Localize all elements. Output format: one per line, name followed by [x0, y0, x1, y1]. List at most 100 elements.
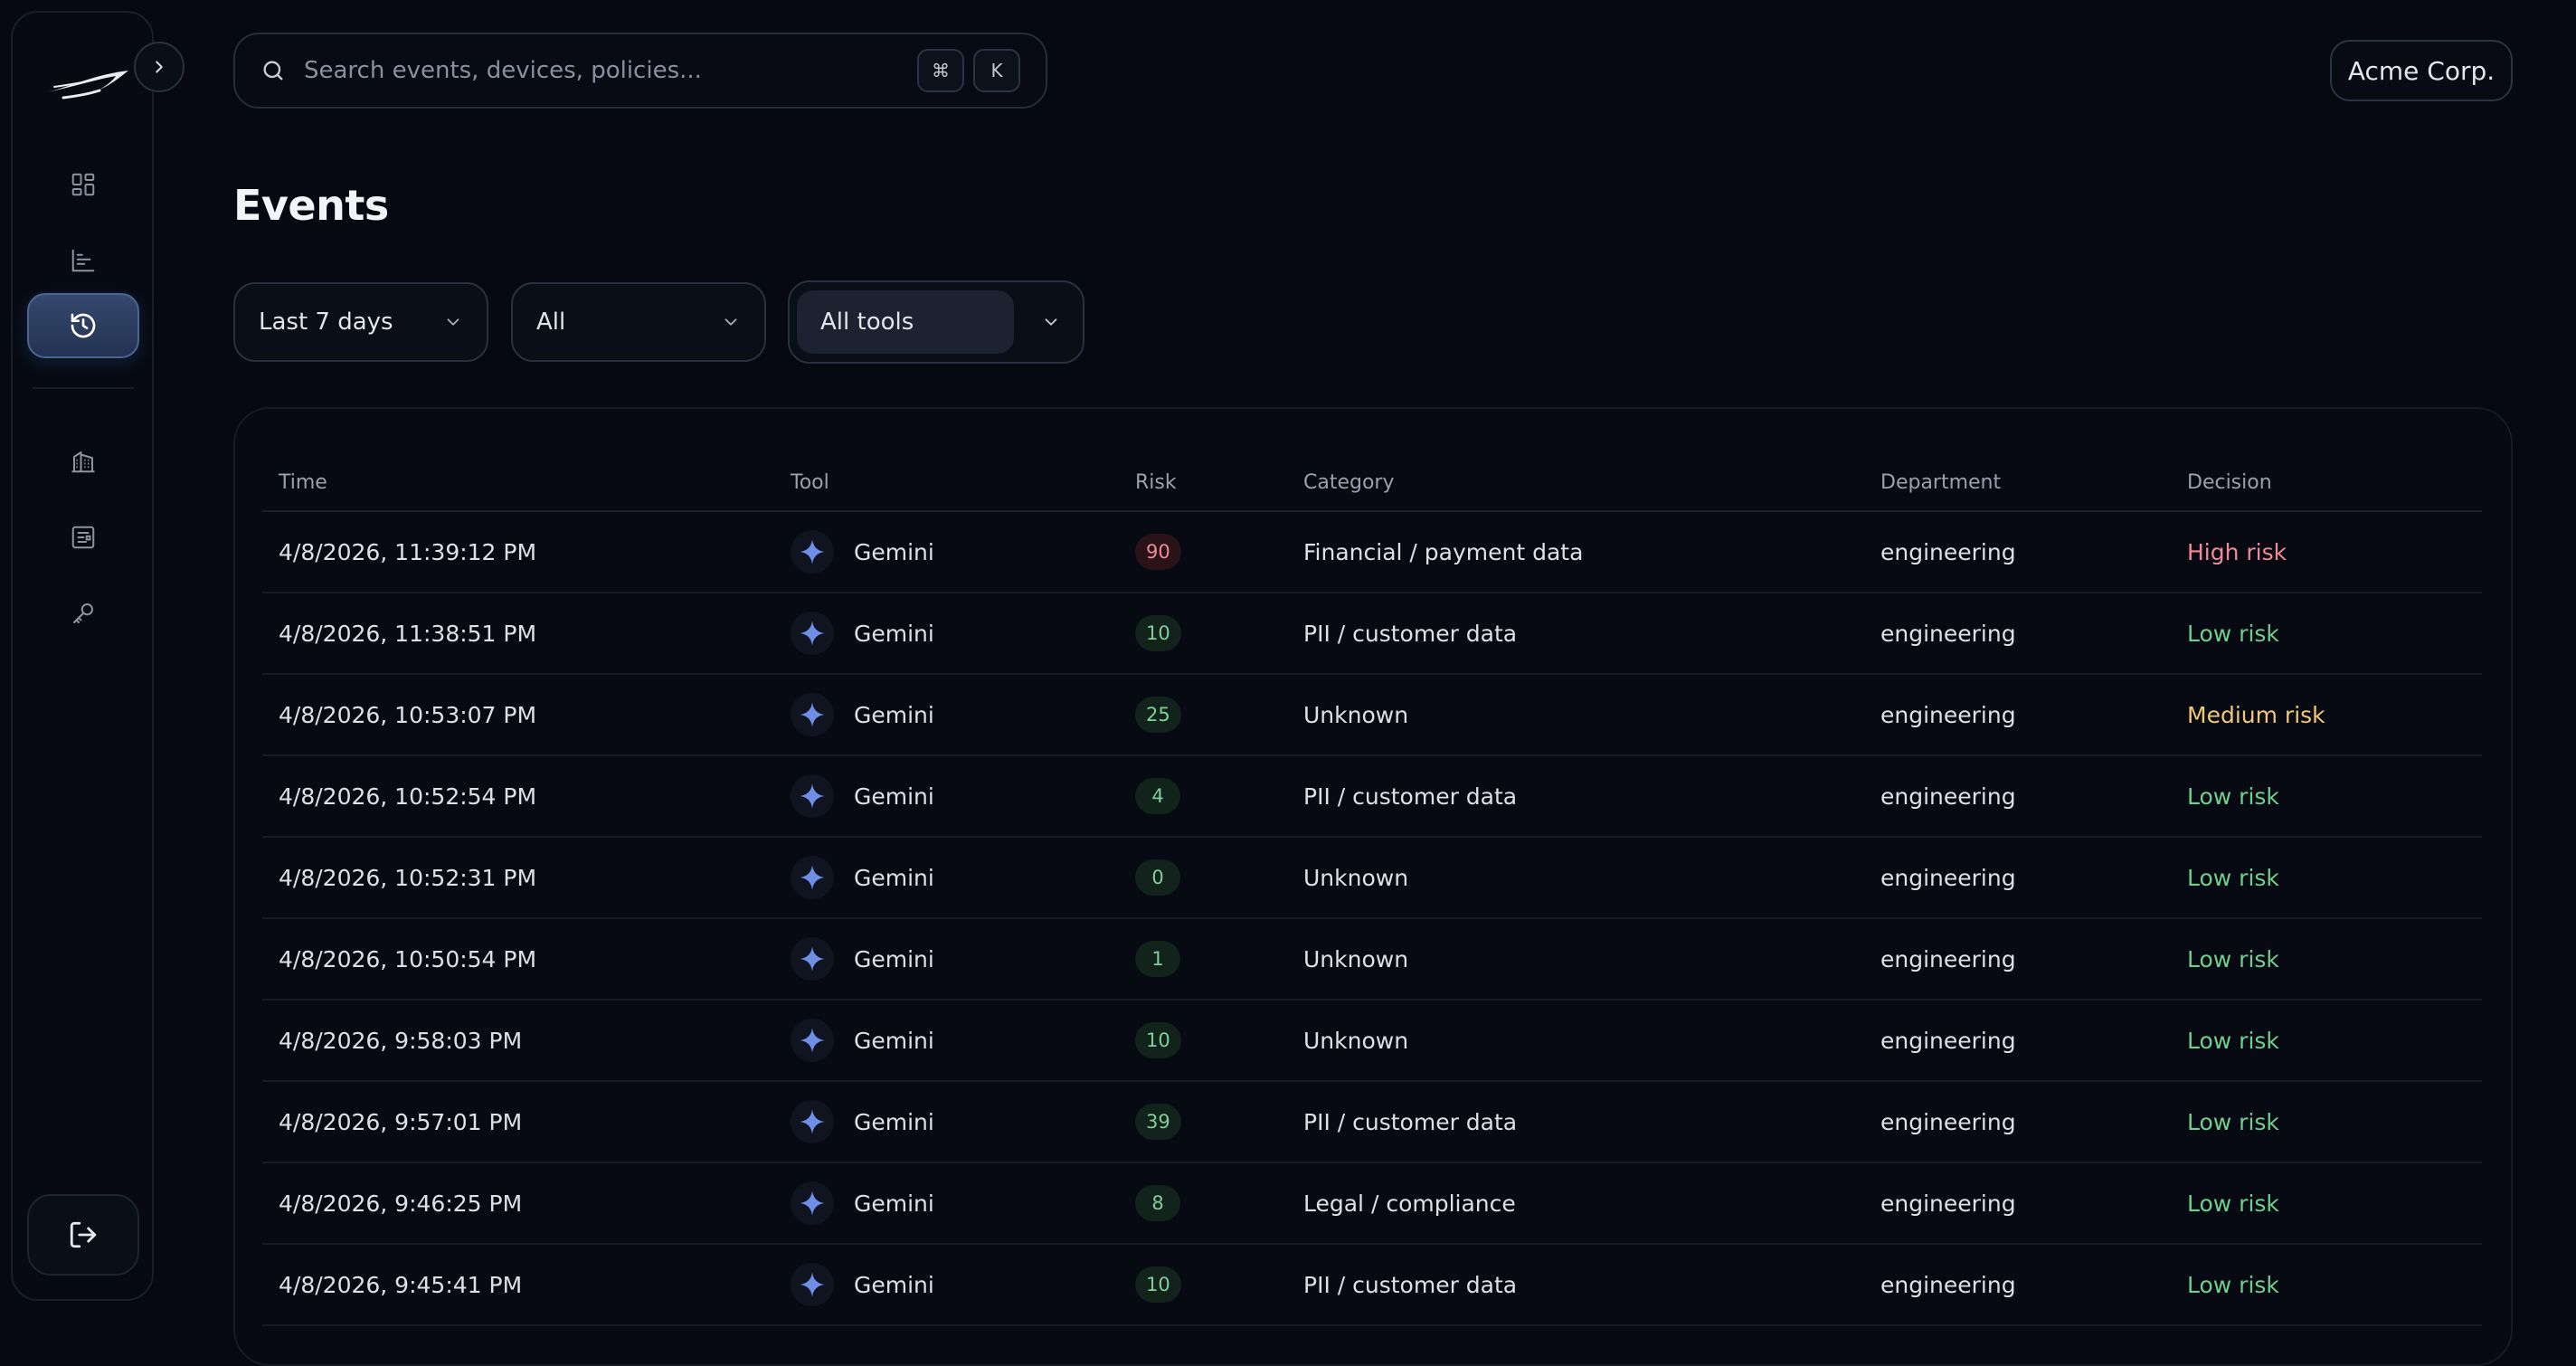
event-department: engineering: [1880, 701, 2016, 728]
event-time: 4/8/2026, 9:45:41 PM: [279, 1271, 523, 1298]
tool-name: Gemini: [854, 1108, 934, 1135]
risk-score: 1: [1135, 919, 1180, 999]
search-input[interactable]: [302, 56, 908, 85]
sidebar-item-events[interactable]: [27, 293, 139, 358]
event-tool: Gemini: [791, 512, 934, 592]
event-category: PII / customer data: [1303, 1271, 1518, 1298]
event-tool: Gemini: [791, 756, 934, 836]
sidebar: [11, 11, 154, 1301]
header-tool[interactable]: Tool: [791, 452, 829, 512]
risk-badge: 1: [1135, 941, 1180, 977]
risk-score: 8: [1135, 1163, 1180, 1243]
event-category: Unknown: [1303, 945, 1409, 972]
tool-name: Gemini: [854, 1027, 934, 1054]
event-department: engineering: [1880, 864, 2016, 891]
risk-score: 39: [1135, 1082, 1181, 1162]
brand-logo-icon[interactable]: [42, 60, 136, 110]
header-decision[interactable]: Decision: [2187, 452, 2272, 512]
table-row[interactable]: 4/8/2026, 11:39:12 PM Gemini 90 Financia…: [262, 512, 2482, 593]
event-tool: Gemini: [791, 838, 934, 917]
table-row[interactable]: 4/8/2026, 10:50:54 PM Gemini 1 Unknown e…: [262, 919, 2482, 1001]
event-tool: Gemini: [791, 1001, 934, 1080]
risk-badge: 10: [1135, 615, 1181, 651]
event-time: 4/8/2026, 10:53:07 PM: [279, 701, 537, 728]
event-category: Legal / compliance: [1303, 1190, 1516, 1217]
risk-score: 90: [1135, 512, 1181, 592]
table-row[interactable]: 4/8/2026, 9:45:41 PM Gemini 10 PII / cus…: [262, 1245, 2482, 1326]
decision-filter-select[interactable]: All: [511, 282, 766, 362]
sidebar-item-dashboard[interactable]: [27, 152, 139, 217]
sidebar-item-analytics[interactable]: [27, 228, 139, 293]
gemini-sparkle-icon: [791, 1019, 834, 1062]
tool-name: Gemini: [854, 783, 934, 810]
table-row[interactable]: 4/8/2026, 9:58:03 PM Gemini 10 Unknown e…: [262, 1001, 2482, 1082]
event-time: 4/8/2026, 10:52:54 PM: [279, 783, 537, 810]
event-decision: Low risk: [2187, 783, 2279, 810]
event-time: 4/8/2026, 10:50:54 PM: [279, 945, 537, 972]
event-decision: Low risk: [2187, 1271, 2279, 1298]
event-department: engineering: [1880, 1027, 2016, 1054]
risk-score: 25: [1135, 675, 1181, 754]
risk-score: 4: [1135, 756, 1180, 836]
policy-list-icon: [70, 524, 97, 551]
gemini-sparkle-icon: [791, 1263, 834, 1306]
gemini-sparkle-icon: [791, 856, 834, 899]
time-range-select[interactable]: Last 7 days: [233, 282, 488, 362]
risk-score: 0: [1135, 838, 1180, 917]
gemini-sparkle-icon: [791, 693, 834, 736]
tool-name: Gemini: [854, 945, 934, 972]
header-category[interactable]: Category: [1303, 452, 1395, 512]
nav-divider: [33, 387, 134, 389]
event-time: 4/8/2026, 11:38:51 PM: [279, 620, 537, 647]
decision-filter-value: All: [536, 308, 566, 336]
sidebar-item-api-keys[interactable]: [27, 581, 139, 646]
risk-score: 10: [1135, 593, 1181, 673]
table-row[interactable]: 4/8/2026, 11:38:51 PM Gemini 10 PII / cu…: [262, 593, 2482, 675]
search-bar: ⌘ K: [233, 33, 1047, 109]
event-decision: Low risk: [2187, 1190, 2279, 1217]
risk-score: 10: [1135, 1001, 1181, 1080]
table-row[interactable]: 4/8/2026, 10:52:54 PM Gemini 4 PII / cus…: [262, 756, 2482, 838]
event-department: engineering: [1880, 1190, 2016, 1217]
chevron-right-icon: [149, 57, 169, 77]
tool-name: Gemini: [854, 701, 934, 728]
table-row[interactable]: 4/8/2026, 9:57:01 PM Gemini 39 PII / cus…: [262, 1082, 2482, 1163]
event-category: PII / customer data: [1303, 620, 1518, 647]
event-tool: Gemini: [791, 1245, 934, 1324]
chevron-down-icon: [1041, 312, 1061, 332]
shortcut-command-key: ⌘: [917, 49, 964, 92]
header-time[interactable]: Time: [279, 452, 327, 512]
event-time: 4/8/2026, 9:46:25 PM: [279, 1190, 523, 1217]
gemini-sparkle-icon: [791, 1181, 834, 1225]
risk-badge: 10: [1135, 1266, 1181, 1303]
table-row[interactable]: 4/8/2026, 10:52:31 PM Gemini 0 Unknown e…: [262, 838, 2482, 919]
table-row[interactable]: 4/8/2026, 10:53:07 PM Gemini 25 Unknown …: [262, 675, 2482, 756]
header-risk[interactable]: Risk: [1135, 452, 1177, 512]
organization-switcher-button[interactable]: Acme Corp.: [2330, 40, 2513, 101]
event-time: 4/8/2026, 9:58:03 PM: [279, 1027, 523, 1054]
header-department[interactable]: Department: [1880, 452, 2001, 512]
event-category: Unknown: [1303, 864, 1409, 891]
gemini-sparkle-icon: [791, 1100, 834, 1143]
tool-name: Gemini: [854, 1271, 934, 1298]
building-icon: [70, 448, 97, 475]
history-icon: [69, 311, 98, 340]
event-department: engineering: [1880, 945, 2016, 972]
risk-badge: 8: [1135, 1185, 1180, 1221]
event-tool: Gemini: [791, 919, 934, 999]
table-row[interactable]: 4/8/2026, 9:46:25 PM Gemini 8 Legal / co…: [262, 1163, 2482, 1245]
tool-filter-select[interactable]: All tools: [788, 280, 1084, 364]
dashboard-grid-icon: [70, 171, 97, 198]
chevron-down-icon: [443, 312, 463, 332]
events-table: Time Tool Risk Category Department Decis…: [262, 452, 2482, 1326]
event-tool: Gemini: [791, 593, 934, 673]
sidebar-item-organization[interactable]: [27, 429, 139, 494]
risk-badge: 25: [1135, 697, 1181, 733]
expand-sidebar-button[interactable]: [134, 42, 185, 92]
logout-button[interactable]: [27, 1194, 139, 1276]
event-tool: Gemini: [791, 1163, 934, 1243]
sidebar-item-policies[interactable]: [27, 505, 139, 570]
risk-badge: 90: [1135, 534, 1181, 570]
table-header: Time Tool Risk Category Department Decis…: [262, 452, 2482, 512]
event-category: PII / customer data: [1303, 1108, 1518, 1135]
